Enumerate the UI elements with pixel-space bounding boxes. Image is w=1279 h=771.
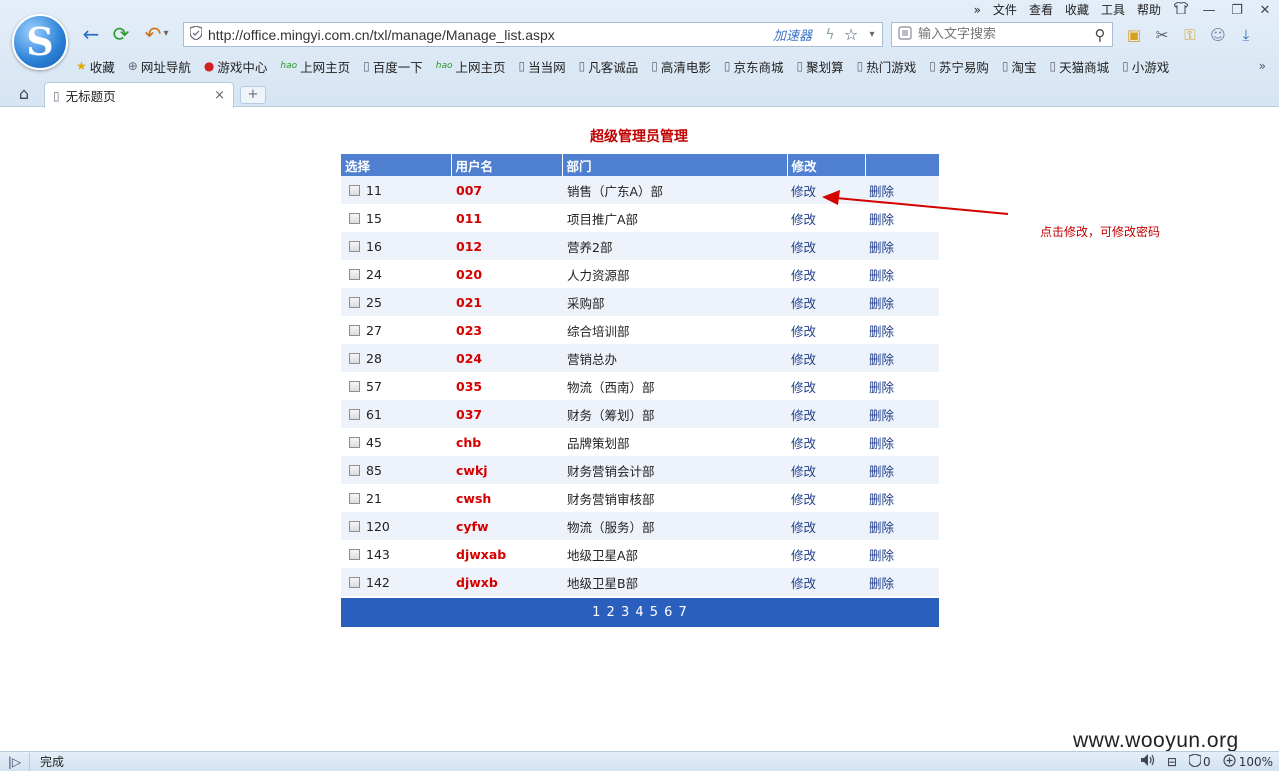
annotation-text: 点击修改，可修改密码 bbox=[1040, 225, 1161, 239]
zoom-level[interactable]: 100% bbox=[1239, 755, 1273, 769]
status-bar: |▷ 完成 ⊟ 0 100% bbox=[0, 751, 1279, 771]
status-right: ⊟ 0 100% bbox=[1129, 752, 1279, 770]
sidebar-toggle-icon[interactable]: |▷ bbox=[0, 752, 30, 771]
stat-icon[interactable]: ⊟ bbox=[1167, 755, 1177, 769]
adblock-icon[interactable] bbox=[1188, 752, 1202, 770]
status-text: 完成 bbox=[40, 755, 65, 769]
annotation-arrow bbox=[822, 190, 1009, 215]
volume-icon[interactable] bbox=[1140, 754, 1155, 769]
zoom-icon[interactable] bbox=[1223, 753, 1236, 770]
watermark: www.wooyun.org bbox=[1073, 729, 1239, 752]
adblock-count: 0 bbox=[1203, 754, 1211, 769]
